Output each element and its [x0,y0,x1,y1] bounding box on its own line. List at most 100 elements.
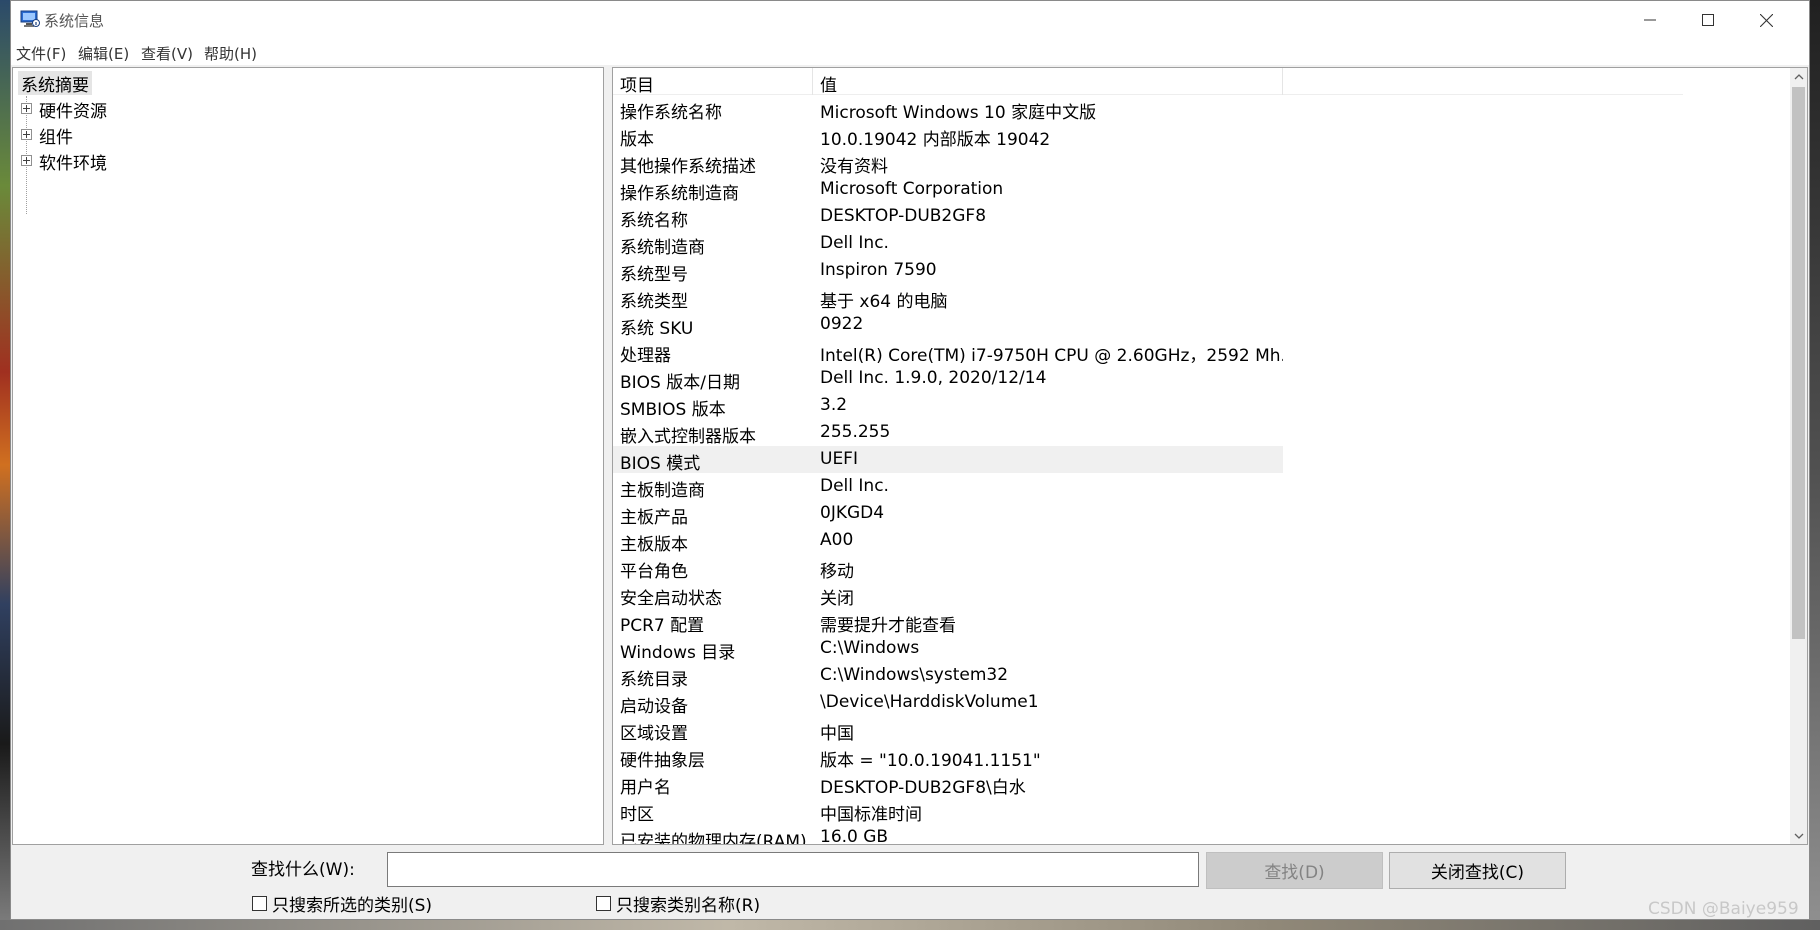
column-divider[interactable] [1282,68,1283,95]
title-bar[interactable]: 系统信息 [11,1,1809,39]
row-item-cell: 安全启动状态 [620,589,722,609]
row-item-cell: 系统类型 [620,292,688,312]
row-value-cell: 中国 [820,724,854,744]
system-info-window: 系统信息 文件(F) 编辑(E) 查看(V) 帮助(H) 系统摘要 硬件资源 组… [10,0,1810,920]
menu-help[interactable]: 帮助(H) [204,43,257,64]
row-item-cell: PCR7 配置 [620,616,705,636]
row-item-cell: 已安装的物理内存(RAM) [620,832,807,845]
row-value-cell: C:\Windows\system32 [820,665,1009,685]
maximize-icon [1702,14,1714,26]
row-item-cell: 硬件抽象层 [620,751,705,771]
table-row[interactable]: SMBIOS 版本 3.2 [613,392,1283,420]
find-button[interactable]: 查找(D) [1206,852,1383,889]
row-item-cell: 用户名 [620,778,671,798]
column-header-item[interactable]: 项目 [620,71,654,96]
scroll-up-button[interactable] [1790,68,1807,85]
table-row[interactable]: 处理器 Intel(R) Core(TM) i7-9750H CPU @ 2.60… [613,338,1283,366]
find-input[interactable] [387,852,1199,887]
row-value-cell: 版本 = "10.0.19041.1151" [820,751,1041,771]
table-row[interactable]: 系统 SKU 0922 [613,311,1283,339]
table-row[interactable]: Windows 目录 C:\Windows [613,635,1283,663]
row-value-cell: 关闭 [820,589,854,609]
row-value-cell: 255.255 [820,422,891,442]
search-category-names-option[interactable]: 只搜索类别名称(R) [596,891,760,916]
tree-item-system-summary[interactable]: 系统摘要 [18,71,92,96]
scroll-down-button[interactable] [1790,827,1807,844]
table-row[interactable]: 系统名称 DESKTOP-DUB2GF8 [613,203,1283,231]
tree-item-label: 硬件资源 [39,102,107,122]
row-item-cell: SMBIOS 版本 [620,400,726,420]
row-value-cell: Dell Inc. 1.9.0, 2020/12/14 [820,368,1047,388]
column-header-value[interactable]: 值 [820,71,837,96]
menu-edit[interactable]: 编辑(E) [78,43,129,64]
tree-item-components[interactable]: 组件 [13,123,313,148]
tree-item-hardware[interactable]: 硬件资源 [13,97,313,122]
chevron-up-icon [1794,73,1803,79]
table-row[interactable]: 用户名 DESKTOP-DUB2GF8\白水 [613,770,1283,798]
row-item-cell: 主板版本 [620,535,688,555]
row-value-cell: Microsoft Corporation [820,179,1004,199]
column-divider[interactable] [812,68,813,95]
table-row[interactable]: 嵌入式控制器版本 255.255 [613,419,1283,447]
row-item-cell: 时区 [620,805,654,825]
row-item-cell: 处理器 [620,346,671,366]
table-row[interactable]: 系统制造商 Dell Inc. [613,230,1283,258]
search-selected-category-checkbox[interactable] [252,896,267,911]
minimize-button[interactable] [1621,1,1679,39]
table-row[interactable]: 操作系统制造商 Microsoft Corporation [613,176,1283,204]
row-value-cell: DESKTOP-DUB2GF8 [820,206,987,226]
tree-item-software[interactable]: 软件环境 [13,149,313,174]
table-row[interactable]: BIOS 版本/日期 Dell Inc. 1.9.0, 2020/12/14 [613,365,1283,393]
menu-file[interactable]: 文件(F) [16,43,66,64]
desktop-background-left [0,0,10,930]
table-row[interactable]: 平台角色 移动 [613,554,1283,582]
window-title: 系统信息 [44,12,105,30]
table-row[interactable]: 版本 10.0.19042 内部版本 19042 [613,122,1283,150]
table-row[interactable]: 主板版本 A00 [613,527,1283,555]
close-icon [1759,13,1773,27]
expand-plus-icon[interactable] [21,129,32,140]
table-row[interactable]: 区域设置 中国 [613,716,1283,744]
pane-splitter[interactable] [604,67,612,845]
details-rows: 操作系统名称 Microsoft Windows 10 家庭中文版 版本 10.0.1… [613,95,1683,845]
table-row[interactable]: BIOS 模式 UEFI [613,446,1283,474]
search-category-names-checkbox[interactable] [596,896,611,911]
table-row[interactable]: 已安装的物理内存(RAM) 16.0 GB [613,824,1283,845]
row-value-cell: 没有资料 [820,157,888,177]
table-row[interactable]: 启动设备 \Device\HarddiskVolume1 [613,689,1283,717]
row-item-cell: Windows 目录 [620,643,736,663]
table-row[interactable]: 系统型号 Inspiron 7590 [613,257,1283,285]
maximize-button[interactable] [1679,1,1737,39]
row-item-cell: 主板产品 [620,508,688,528]
row-value-cell: 基于 x64 的电脑 [820,292,948,312]
table-row[interactable]: 其他操作系统描述 没有资料 [613,149,1283,177]
table-row[interactable]: 安全启动状态 关闭 [613,581,1283,609]
details-list: 项目 值 操作系统名称 Microsoft Windows 10 家庭中文版 版本 1… [612,67,1808,845]
close-find-button[interactable]: 关闭查找(C) [1389,852,1566,889]
expand-plus-icon[interactable] [21,155,32,166]
table-row[interactable]: PCR7 配置 需要提升才能查看 [613,608,1283,636]
row-value-cell: DESKTOP-DUB2GF8\白水 [820,778,1026,798]
row-item-cell: 操作系统制造商 [620,184,739,204]
table-row[interactable]: 操作系统名称 Microsoft Windows 10 家庭中文版 [613,95,1283,123]
table-row[interactable]: 时区 中国标准时间 [613,797,1283,825]
search-selected-category-option[interactable]: 只搜索所选的类别(S) [252,891,432,916]
row-item-cell: BIOS 模式 [620,454,701,474]
menu-view[interactable]: 查看(V) [141,43,193,64]
table-row[interactable]: 系统类型 基于 x64 的电脑 [613,284,1283,312]
expand-plus-icon[interactable] [21,103,32,114]
csdn-watermark: CSDN @Baiye959 [1648,899,1799,919]
row-value-cell: 移动 [820,562,854,582]
scrollbar-thumb[interactable] [1792,87,1805,639]
close-button[interactable] [1737,1,1795,39]
minimize-icon [1644,19,1656,21]
table-row[interactable]: 硬件抽象层 版本 = "10.0.19041.1151" [613,743,1283,771]
search-selected-category-label: 只搜索所选的类别(S) [272,896,433,916]
table-row[interactable]: 系统目录 C:\Windows\system32 [613,662,1283,690]
row-value-cell: 需要提升才能查看 [820,616,956,636]
vertical-scrollbar[interactable] [1790,68,1807,844]
row-item-cell: 系统型号 [620,265,688,285]
row-value-cell: 10.0.19042 内部版本 19042 [820,130,1051,150]
table-row[interactable]: 主板产品 0JKGD4 [613,500,1283,528]
table-row[interactable]: 主板制造商 Dell Inc. [613,473,1283,501]
